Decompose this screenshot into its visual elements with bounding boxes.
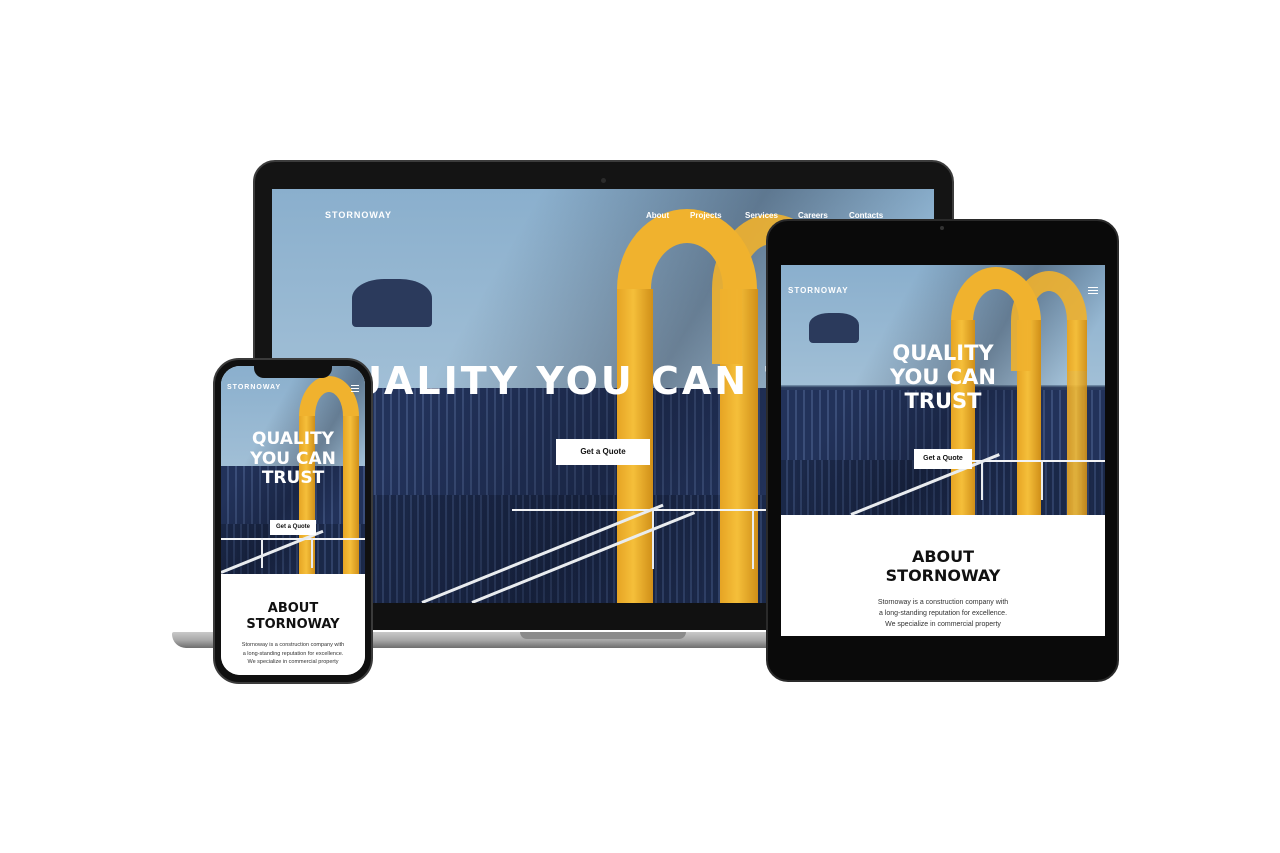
tablet-camera — [940, 226, 944, 230]
laptop-hinge-notch — [520, 632, 686, 639]
hamburger-menu-icon[interactable] — [351, 385, 359, 394]
tablet-hero-headline: QUALITY YOU CAN TRUST — [890, 341, 996, 414]
phone-notch — [254, 364, 332, 378]
laptop-camera — [601, 178, 606, 183]
hamburger-menu-icon[interactable] — [1088, 287, 1098, 296]
nav-projects[interactable]: Projects — [690, 211, 722, 220]
tablet-about-section: ABOUT STORNOWAY Stornoway is a construct… — [781, 515, 1105, 636]
laptop-get-quote-button[interactable]: Get a Quote — [556, 439, 650, 465]
phone-screen: STORNOWAY QUALITY YOU CAN TRUST Get a Qu… — [221, 366, 365, 675]
tablet-screen: STORNOWAY QUALITY YOU CAN TRUST Get a Qu… — [781, 265, 1105, 636]
laptop-brand-logo[interactable]: STORNOWAY — [325, 210, 392, 220]
nav-about[interactable]: About — [646, 211, 669, 220]
tablet-brand-logo[interactable]: STORNOWAY — [788, 286, 849, 295]
phone-brand-logo[interactable]: STORNOWAY — [227, 384, 281, 391]
phone-about-section: ABOUT STORNOWAY Stornoway is a construct… — [221, 574, 365, 675]
tablet-get-quote-button[interactable]: Get a Quote — [914, 449, 972, 469]
phone-hero-headline: QUALITY YOU CAN TRUST — [250, 429, 336, 489]
phone-about-title: ABOUT STORNOWAY — [246, 601, 340, 632]
tablet-about-title: ABOUT STORNOWAY — [885, 547, 1001, 586]
phone-get-quote-button[interactable]: Get a Quote — [270, 520, 316, 535]
tablet-about-body: Stornoway is a construction company with… — [877, 599, 1009, 629]
phone-about-body: Stornoway is a construction company with… — [241, 642, 345, 666]
nav-services[interactable]: Services — [745, 211, 778, 220]
